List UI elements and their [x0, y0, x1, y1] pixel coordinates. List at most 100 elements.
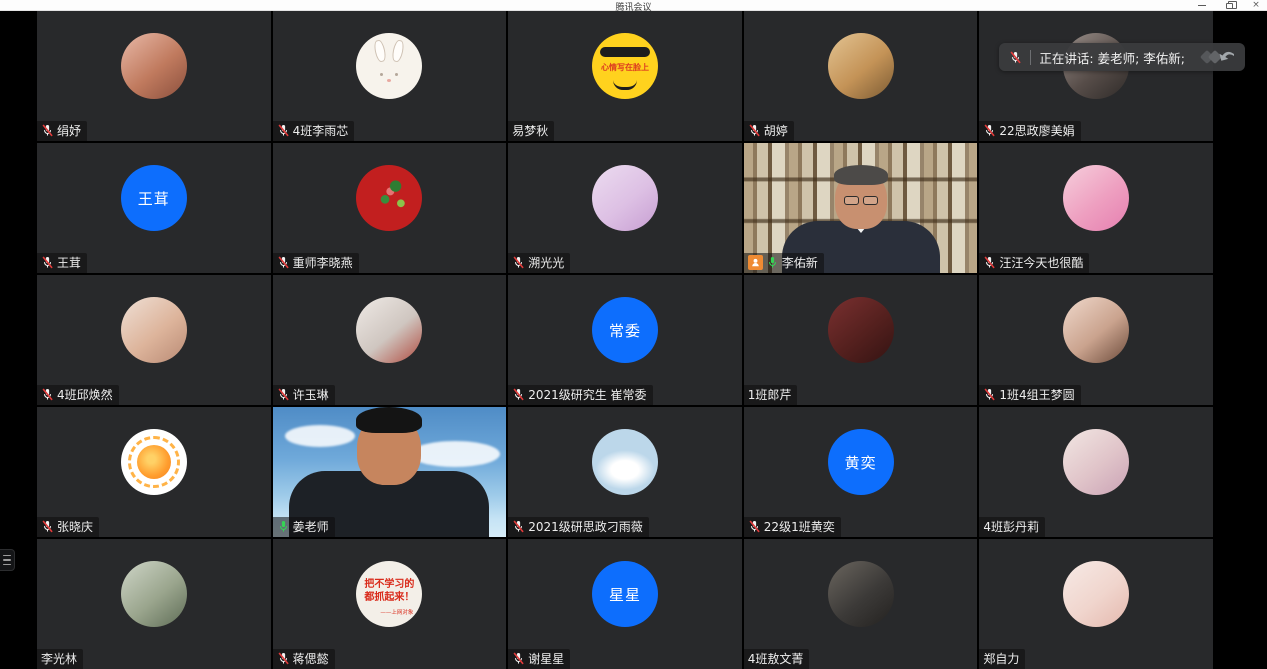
avatar-photo: [1063, 297, 1129, 363]
participant-tile[interactable]: 溯光光: [508, 143, 742, 273]
mic-muted-icon: [512, 652, 525, 665]
participant-tile[interactable]: 重师李晓燕: [273, 143, 507, 273]
poster-subline: ——上网对象: [356, 608, 422, 616]
poster-line: 都抓起来！: [356, 591, 422, 604]
participant-label: 郑自力: [979, 649, 1025, 669]
mic-muted-icon: [277, 652, 290, 665]
participant-tile[interactable]: 1班4组王梦圆: [979, 275, 1213, 405]
participant-name: 王茸: [57, 254, 81, 271]
list-icon: [3, 555, 14, 557]
participant-name: 胡婷: [764, 122, 788, 139]
mic-muted-icon: [512, 256, 525, 269]
restore-window-icon[interactable]: [1224, 1, 1234, 11]
mic-muted-icon: [41, 520, 54, 533]
participant-tile[interactable]: 李光林: [37, 539, 271, 669]
participant-name: 1班郎芹: [748, 386, 792, 403]
participant-tile[interactable]: 王茸王茸: [37, 143, 271, 273]
avatar-initials: 常委: [592, 297, 658, 363]
participant-name: 谢星星: [528, 650, 564, 667]
mic-muted-icon: [41, 388, 54, 401]
participant-name: 绢妤: [57, 122, 81, 139]
avatar-photo: [1063, 165, 1129, 231]
participant-label: 汪汪今天也很酷: [979, 253, 1089, 273]
participant-name: 郑自力: [983, 650, 1019, 667]
participant-label: 4班敖文菁: [744, 649, 810, 669]
mic-muted-icon: [512, 388, 525, 401]
participant-name: 22思政廖美娟: [999, 122, 1074, 139]
mic-muted-icon: [512, 520, 525, 533]
speaking-banner-text: 正在讲话: 姜老师; 李佑新;: [1039, 48, 1185, 67]
participant-tile[interactable]: 2021级研思政刁雨薇: [508, 407, 742, 537]
mic-muted-icon: [277, 124, 290, 137]
participant-name: 溯光光: [528, 254, 564, 271]
avatar-sun-drawing: [121, 429, 187, 495]
avatar-sky-clouds: [592, 429, 658, 495]
participant-tile[interactable]: 4班李雨芯: [273, 11, 507, 141]
participant-name: 李光林: [41, 650, 77, 667]
mic-muted-icon: [277, 256, 290, 269]
participant-tile[interactable]: 胡婷: [744, 11, 978, 141]
participant-name: 重师李晓燕: [293, 254, 353, 271]
participant-tile[interactable]: 1班郎芹: [744, 275, 978, 405]
participant-tile[interactable]: 4班敖文菁: [744, 539, 978, 669]
participant-tile[interactable]: 把不学习的都抓起来！——上网对象蒋偲懿: [273, 539, 507, 669]
mic-muted-icon: [983, 256, 996, 269]
participant-name: 李佑新: [782, 254, 818, 271]
participant-name: 易梦秋: [512, 122, 548, 139]
avatar-text: 黄奕: [845, 452, 877, 473]
participant-label: 22思政廖美娟: [979, 121, 1080, 141]
participant-tile[interactable]: 李佑新: [744, 143, 978, 273]
sunglasses-icon: [600, 47, 650, 57]
mic-active-icon: [277, 520, 290, 533]
participant-tile[interactable]: 姜老师: [273, 407, 507, 537]
mic-muted-icon[interactable]: [1009, 51, 1022, 64]
participant-label: 4班邱焕然: [37, 385, 119, 405]
avatar-photo: [356, 297, 422, 363]
mic-muted-icon: [983, 124, 996, 137]
avatar-photo: [121, 33, 187, 99]
avatar-rabbit-drawing: [356, 33, 422, 99]
participant-name: 蒋偲懿: [293, 650, 329, 667]
avatar-initials: 黄奕: [828, 429, 894, 495]
participant-tile[interactable]: 许玉琳: [273, 275, 507, 405]
participant-tile[interactable]: 22思政廖美娟: [979, 11, 1213, 141]
participant-tile[interactable]: 4班彭丹莉: [979, 407, 1213, 537]
participant-tile[interactable]: 绢妤: [37, 11, 271, 141]
mic-muted-icon: [41, 256, 54, 269]
avatar-photo: [828, 297, 894, 363]
avatar-text: 星星: [609, 584, 641, 605]
minimize-icon[interactable]: [1197, 1, 1207, 11]
window-controls: ×: [1197, 0, 1261, 11]
participant-name: 许玉琳: [293, 386, 329, 403]
avatar-photo: [828, 33, 894, 99]
tencent-meeting-window: 腾讯会议 × 绢妤4班李雨芯心情写在脸上易梦秋胡婷22思政廖美娟王茸王茸重师李晓…: [0, 0, 1267, 669]
participant-label: 2021级研思政刁雨薇: [508, 517, 649, 537]
close-icon[interactable]: ×: [1251, 1, 1261, 11]
participant-tile[interactable]: 心情写在脸上易梦秋: [508, 11, 742, 141]
participant-tile[interactable]: 星星谢星星: [508, 539, 742, 669]
avatar-photo: [121, 297, 187, 363]
participant-tile[interactable]: 4班邱焕然: [37, 275, 271, 405]
participant-tile[interactable]: 黄奕 22级1班黄奕: [744, 407, 978, 537]
participant-tile[interactable]: 郑自力: [979, 539, 1213, 669]
participants-panel-toggle[interactable]: [0, 549, 15, 571]
participant-label: 许玉琳: [273, 385, 335, 405]
avatar-initials: 星星: [592, 561, 658, 627]
participant-label: 蒋偲懿: [273, 649, 335, 669]
avatar-photo: [121, 561, 187, 627]
participant-tile[interactable]: 汪汪今天也很酷: [979, 143, 1213, 273]
avatar-text: 心情写在脸上: [592, 62, 658, 73]
participant-label: 王茸: [37, 253, 87, 273]
participant-tile[interactable]: 张晓庆: [37, 407, 271, 537]
reaction-arrows-icon[interactable]: [1193, 48, 1237, 66]
participant-label: 胡婷: [744, 121, 794, 141]
avatar-flowers: [356, 165, 422, 231]
participant-tile[interactable]: 常委2021级研究生 崔常委: [508, 275, 742, 405]
participant-label: 张晓庆: [37, 517, 99, 537]
avatar-initials: 王茸: [121, 165, 187, 231]
participant-name: 4班李雨芯: [293, 122, 349, 139]
titlebar: 腾讯会议 ×: [0, 0, 1267, 11]
avatar-text: 常委: [609, 320, 641, 341]
participant-label: 22级1班黄奕: [744, 517, 841, 537]
avatar-text: 王茸: [138, 188, 170, 209]
